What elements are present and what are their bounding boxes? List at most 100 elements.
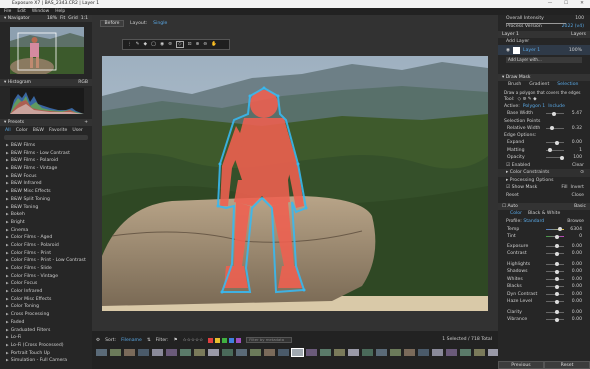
preset-folder[interactable]: ▶ Color Films - Print - Low Contrast — [0, 257, 92, 265]
main-photo[interactable] — [102, 56, 488, 311]
slider-knob[interactable] — [555, 244, 559, 249]
histogram-mode[interactable]: RGB — [78, 79, 88, 86]
star-filter[interactable]: ☆☆☆☆☆ — [183, 338, 204, 343]
menu-file[interactable]: File — [4, 8, 11, 15]
filmstrip-thumbnail[interactable] — [166, 349, 177, 356]
color-filters[interactable] — [208, 337, 242, 343]
tab-brush[interactable]: Brush — [508, 81, 521, 89]
filmstrip-thumbnail[interactable] — [432, 349, 443, 356]
preset-folder[interactable]: ▶ B&W Films - Vintage — [0, 165, 92, 173]
filmstrip-thumbnail[interactable] — [222, 349, 233, 356]
add-layer-label[interactable]: Add Layer — [498, 38, 590, 45]
relative-width-slider[interactable]: Relative Width 0.32 — [498, 125, 590, 133]
filmstrip-thumbnail[interactable] — [291, 348, 304, 357]
preset-folder[interactable]: ▶ Color Toning — [0, 303, 92, 311]
tab-all[interactable]: All — [5, 127, 11, 135]
circle-icon[interactable]: ◯ — [151, 42, 156, 47]
eraser-icon[interactable]: ◆ — [143, 42, 147, 47]
menu-window[interactable]: Window — [32, 8, 49, 15]
preset-search[interactable] — [4, 135, 88, 140]
menu-help[interactable]: Help — [55, 8, 65, 15]
visibility-icon[interactable]: ◉ — [506, 48, 510, 53]
layer-header[interactable]: Layer 1 Layers — [498, 31, 590, 38]
filmstrip-thumbnail[interactable] — [180, 349, 191, 356]
grid-button[interactable]: Grid — [68, 15, 77, 22]
basic-slider[interactable]: Blacks 0.00 — [498, 283, 590, 291]
expand-slider[interactable]: Expand 0.00 — [498, 139, 590, 147]
reset-button[interactable]: Reset — [544, 361, 590, 369]
basic-slider[interactable]: Clarity 0.00 — [498, 309, 590, 317]
processing-options-row[interactable]: ▸ Processing Options — [498, 177, 590, 185]
flag-icon[interactable]: ⚑ — [174, 338, 178, 343]
filmstrip-thumbnail[interactable] — [110, 349, 121, 356]
filmstrip-thumbnail[interactable] — [404, 349, 415, 356]
filmstrip-thumbnail[interactable] — [138, 349, 149, 356]
slider-knob[interactable] — [555, 251, 559, 256]
preset-folder[interactable]: ▶ Bright — [0, 219, 92, 227]
hand-icon[interactable]: ✋ — [211, 42, 217, 47]
filmstrip-thumbnail[interactable] — [152, 349, 163, 356]
color-constraints-row[interactable]: ▸ Color Constraints ⊙ — [498, 169, 590, 177]
metadata-filter-input[interactable]: Filter by metadata — [246, 337, 293, 343]
tab-color-mode[interactable]: Color — [510, 210, 522, 218]
brush-icon[interactable]: ✎ — [136, 42, 140, 47]
tab-favorite[interactable]: Favorite — [49, 127, 67, 135]
active-select[interactable]: Polygon 1 — [523, 103, 545, 110]
tab-user[interactable]: User — [72, 127, 82, 135]
tint-slider[interactable]: Tint 0 — [498, 233, 590, 241]
settings-icon[interactable]: ⚙ — [96, 338, 100, 343]
polygon-icon[interactable]: ◇ — [176, 41, 184, 48]
dot-icon[interactable]: ◉ — [160, 42, 164, 47]
filmstrip-thumbnail[interactable] — [320, 349, 331, 356]
preset-folder[interactable]: ▶ Bokeh — [0, 211, 92, 219]
fill-button[interactable]: Fill — [561, 184, 567, 192]
navigator-thumbnail[interactable] — [10, 27, 84, 74]
base-width-slider[interactable]: Base Width 5.47 — [498, 110, 590, 118]
tab-selection[interactable]: Selection — [557, 81, 578, 89]
polygon-tool-icon[interactable]: ◇ ⊚ ✎ ◆ — [517, 96, 536, 103]
preset-folder[interactable]: ▶ B&W Misc Effects — [0, 188, 92, 196]
preset-folder[interactable]: ▶ B&W Focus — [0, 173, 92, 181]
preset-folder[interactable]: ▶ Cinema — [0, 227, 92, 235]
preset-folder[interactable]: ▶ Color Films - Print — [0, 250, 92, 258]
eyedropper-icon[interactable]: ⊙ — [580, 169, 584, 177]
tab-bw-mode[interactable]: Black & White — [528, 210, 560, 218]
draw-mask-header[interactable]: ▾ Draw Mask — [498, 74, 590, 81]
presets-header[interactable]: ▾ Presets + — [0, 119, 92, 126]
basic-slider[interactable]: Exposure 0.00 — [498, 243, 590, 251]
include-select[interactable]: Include — [548, 103, 565, 110]
layer-row[interactable]: ◉ Layer 1 100% — [498, 45, 590, 55]
minimize-button[interactable]: — — [542, 0, 558, 8]
opacity-slider[interactable]: Opacity 100 — [498, 154, 590, 162]
filmstrip-thumbnail[interactable] — [278, 349, 289, 356]
temp-slider[interactable]: Temp 6304 — [498, 226, 590, 234]
filmstrip-thumbnail[interactable] — [250, 349, 261, 356]
add-preset-icon[interactable]: + — [84, 119, 88, 126]
slider-knob[interactable] — [555, 292, 559, 297]
before-button[interactable]: Before — [100, 20, 124, 27]
browse-button[interactable]: Browse — [567, 218, 584, 226]
filmstrip-thumbnail[interactable] — [236, 349, 247, 356]
matting-slider[interactable]: Matting 1 — [498, 147, 590, 155]
filmstrip-thumbnail[interactable] — [124, 349, 135, 356]
basic-slider[interactable]: Highlights 0.00 — [498, 261, 590, 269]
filmstrip-thumbnail[interactable] — [474, 349, 485, 356]
slider-knob[interactable] — [555, 262, 559, 267]
mask-close-button[interactable]: Close — [571, 192, 584, 200]
filmstrip-thumbnail[interactable] — [418, 349, 429, 356]
slider-knob[interactable] — [555, 284, 559, 289]
navigator-header[interactable]: ▾ Navigator 18% Fit Grid 1:1 — [0, 15, 92, 22]
maximize-button[interactable]: ☐ — [558, 0, 574, 8]
filmstrip-thumbnail[interactable] — [362, 349, 373, 356]
tab-gradient[interactable]: Gradient — [529, 81, 549, 89]
tab-color[interactable]: Color — [16, 127, 28, 135]
preset-folder[interactable]: ▶ Portrait Touch Up — [0, 350, 92, 358]
basic-slider[interactable]: Contrast 0.00 — [498, 250, 590, 258]
zoom-in-icon[interactable]: ⊕ — [195, 42, 199, 47]
filmstrip-thumbnail[interactable] — [376, 349, 387, 356]
close-button[interactable]: ✕ — [574, 0, 590, 8]
zoom-out-icon[interactable]: ⊖ — [203, 42, 207, 47]
preset-folder[interactable]: ▶ Simulation - Full Camera — [0, 357, 92, 365]
filmstrip-thumbnail[interactable] — [306, 349, 317, 356]
histogram-header[interactable]: ▾ Histogram RGB — [0, 79, 92, 86]
